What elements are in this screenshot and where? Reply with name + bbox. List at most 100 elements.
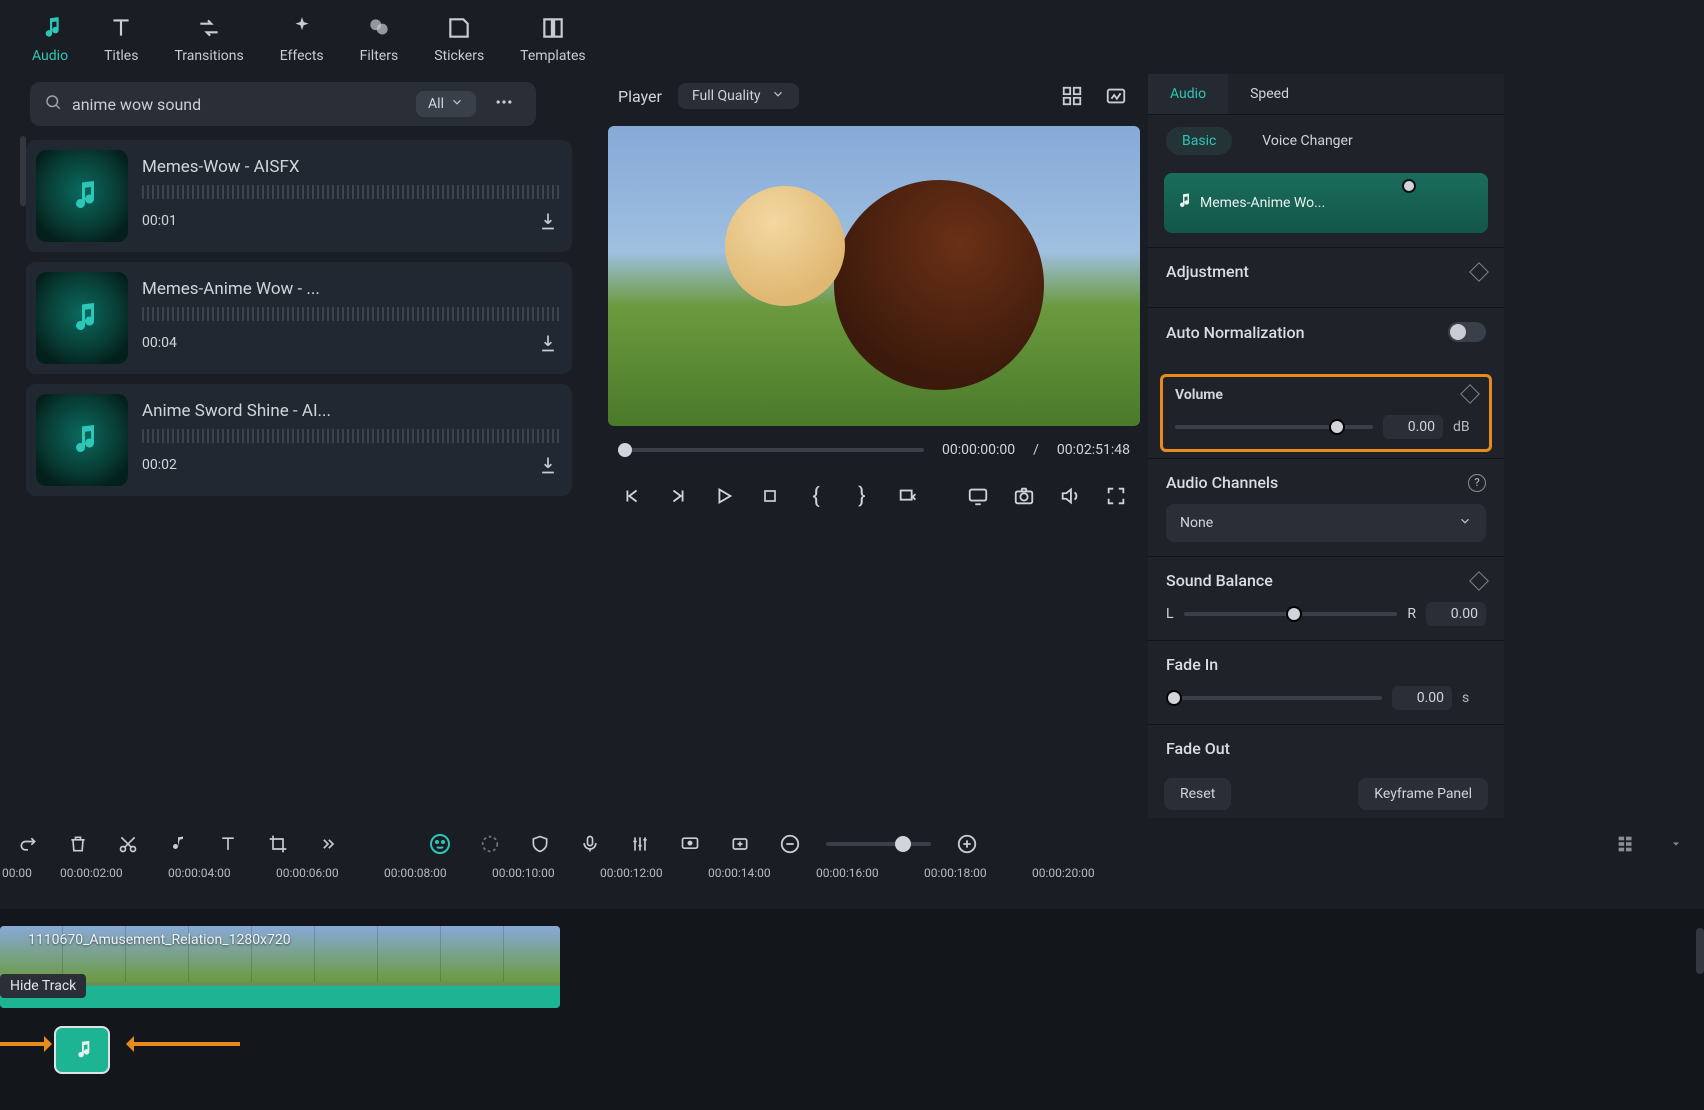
zoom-slider[interactable] <box>826 842 931 846</box>
cut-icon[interactable] <box>114 830 142 858</box>
play-icon[interactable] <box>710 482 738 510</box>
inspector-panel: Audio Speed Basic Voice Changer Memes-An… <box>1148 74 1504 818</box>
keyframe-panel-button[interactable]: Keyframe Panel <box>1358 778 1488 810</box>
sparkle-icon <box>288 14 316 42</box>
timeline-scrollbar[interactable] <box>1696 928 1704 974</box>
fullscreen-icon[interactable] <box>1102 482 1130 510</box>
ratio-dropdown[interactable] <box>894 482 922 510</box>
text-icon <box>107 14 135 42</box>
waveform-icon <box>142 429 562 443</box>
audio-clip-on-track[interactable] <box>54 1026 110 1074</box>
tab-audio-props[interactable]: Audio <box>1148 74 1228 114</box>
audio-result[interactable]: Memes-Anime Wow - ... 00:04 <box>26 262 572 374</box>
more-menu[interactable] <box>486 88 522 120</box>
balance-label: Sound Balance <box>1166 571 1273 590</box>
mark-out-icon[interactable]: } <box>848 482 876 510</box>
audio-duration: 00:02 <box>142 457 177 473</box>
audio-clip-header[interactable]: Memes-Anime Wo... <box>1164 173 1488 233</box>
volume-slider[interactable] <box>1175 425 1373 429</box>
player-panel: Player Full Quality 00:00:00:00 / 00:02:… <box>600 74 1148 818</box>
audio-result[interactable]: Anime Sword Shine - AI... 00:02 <box>26 384 572 496</box>
tab-titles[interactable]: Titles <box>86 10 156 68</box>
reset-button[interactable]: Reset <box>1164 778 1231 810</box>
filters-icon <box>365 14 393 42</box>
volume-icon[interactable] <box>1056 482 1084 510</box>
mark-in-icon[interactable]: { <box>802 482 830 510</box>
more-tools-icon[interactable] <box>314 830 342 858</box>
video-preview[interactable] <box>608 126 1140 426</box>
beat-icon[interactable] <box>164 830 192 858</box>
tab-speed-props[interactable]: Speed <box>1228 74 1311 114</box>
ruler-tick: 00:00:06:00 <box>276 866 339 880</box>
shield-icon[interactable] <box>526 830 554 858</box>
stop-icon[interactable] <box>756 482 784 510</box>
mic-icon[interactable] <box>576 830 604 858</box>
download-button[interactable] <box>534 451 562 479</box>
prev-frame-icon[interactable] <box>618 482 646 510</box>
download-button[interactable] <box>534 207 562 235</box>
keyframe-diamond-icon[interactable] <box>1469 262 1489 282</box>
redo-icon[interactable] <box>14 830 42 858</box>
quality-dropdown[interactable]: Full Quality <box>678 83 799 109</box>
track-layout-icon[interactable] <box>1612 830 1640 858</box>
volume-value[interactable]: 0.00 <box>1383 415 1443 439</box>
audio-title: Memes-Wow - AISFX <box>142 157 562 177</box>
tab-filters[interactable]: Filters <box>342 10 417 68</box>
audio-mixer-icon[interactable] <box>626 830 654 858</box>
audio-result[interactable]: Memes-Wow - AISFX 00:01 <box>26 140 572 252</box>
fadein-label: Fade In <box>1166 655 1218 674</box>
help-icon[interactable]: ? <box>1468 474 1486 492</box>
search-input[interactable] <box>72 95 406 114</box>
record-screen-icon[interactable] <box>676 830 704 858</box>
ruler-tick: 00:00:08:00 <box>384 866 447 880</box>
ruler-tick: 00:00:10:00 <box>492 866 555 880</box>
fadein-value[interactable]: 0.00 <box>1392 686 1452 710</box>
download-button[interactable] <box>534 329 562 357</box>
tab-templates[interactable]: Templates <box>502 10 604 68</box>
chevron-down-icon <box>771 87 785 105</box>
step-forward-icon[interactable] <box>664 482 692 510</box>
crop-icon[interactable] <box>264 830 292 858</box>
clip-name: Memes-Anime Wo... <box>1200 195 1325 211</box>
subtab-basic[interactable]: Basic <box>1166 127 1232 155</box>
chevron-down-icon <box>450 95 464 113</box>
keyframe-diamond-icon[interactable] <box>1469 571 1489 591</box>
clip-playhead[interactable] <box>1402 179 1416 193</box>
sidebar-scrollbar[interactable] <box>20 136 26 206</box>
tab-audio[interactable]: Audio <box>14 10 86 68</box>
ai-face-icon[interactable] <box>426 830 454 858</box>
channels-dropdown[interactable]: None <box>1166 504 1486 542</box>
layout-dropdown-icon[interactable] <box>1662 830 1690 858</box>
audio-duration: 00:04 <box>142 335 177 351</box>
audio-title: Anime Sword Shine - AI... <box>142 401 562 421</box>
delete-icon[interactable] <box>64 830 92 858</box>
image-compare-icon[interactable] <box>1102 82 1130 110</box>
fadein-slider[interactable] <box>1166 696 1382 700</box>
tab-effects[interactable]: Effects <box>262 10 342 68</box>
tab-stickers[interactable]: Stickers <box>416 10 502 68</box>
zoom-out-icon[interactable] <box>776 830 804 858</box>
text-tool-icon[interactable] <box>214 830 242 858</box>
subtab-voice-changer[interactable]: Voice Changer <box>1262 133 1352 149</box>
video-clip-label: 1110670_Amusement_Relation_1280x720 <box>28 932 291 948</box>
tab-label: Titles <box>104 48 138 64</box>
balance-value[interactable]: 0.00 <box>1426 602 1486 626</box>
snapshot-icon[interactable] <box>1010 482 1038 510</box>
grid-view-icon[interactable] <box>1058 82 1086 110</box>
tracks[interactable]: 1110670_Amusement_Relation_1280x720 Hide… <box>0 910 1704 1110</box>
filter-dropdown[interactable]: All <box>416 91 476 117</box>
zoom-in-icon[interactable] <box>953 830 981 858</box>
keyframe-diamond-icon[interactable] <box>1460 384 1480 404</box>
autonorm-toggle[interactable] <box>1448 322 1486 342</box>
ruler-tick: 00:00:18:00 <box>924 866 987 880</box>
add-marker-icon[interactable] <box>726 830 754 858</box>
balance-slider[interactable] <box>1184 612 1398 616</box>
ruler[interactable]: 00:00 00:00:02:00 00:00:04:00 00:00:06:0… <box>0 866 1704 910</box>
sticker-icon <box>445 14 473 42</box>
adjustment-title: Adjustment <box>1166 262 1249 281</box>
scrub-bar[interactable] <box>618 448 924 452</box>
loading-icon[interactable] <box>476 830 504 858</box>
display-icon[interactable] <box>964 482 992 510</box>
tab-transitions[interactable]: Transitions <box>156 10 261 68</box>
tab-label: Stickers <box>434 48 484 64</box>
